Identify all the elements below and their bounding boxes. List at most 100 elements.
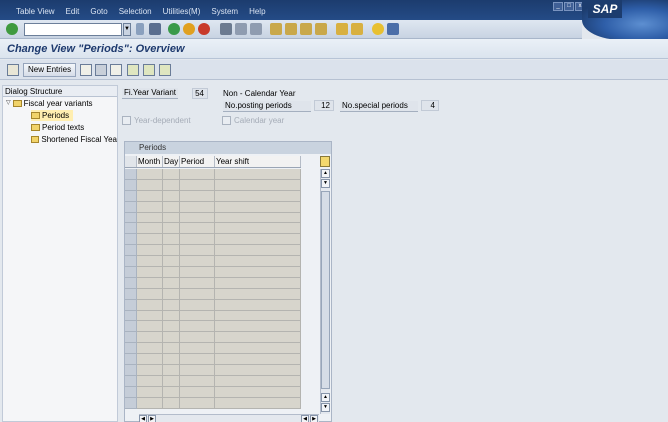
cell-month[interactable]: [137, 212, 163, 224]
scroll-page-up-icon[interactable]: ▼: [321, 179, 330, 188]
cell-month[interactable]: [137, 365, 163, 376]
tree-node-fiscal-year-variants[interactable]: ▽ Fiscal year variants: [6, 98, 93, 109]
row-selector[interactable]: [125, 201, 137, 213]
row-selector[interactable]: [125, 169, 137, 180]
create-shortcut-icon[interactable]: [351, 23, 363, 35]
row-selector[interactable]: [125, 179, 137, 191]
cell-day[interactable]: [163, 169, 180, 180]
cell-year-shift[interactable]: [215, 288, 301, 300]
cell-year-shift[interactable]: [215, 201, 301, 213]
cell-year-shift[interactable]: [215, 354, 301, 366]
cell-month[interactable]: [137, 169, 163, 180]
cell-day[interactable]: [163, 310, 180, 322]
cell-day[interactable]: [163, 354, 180, 366]
save-icon[interactable]: [149, 23, 161, 35]
create-session-icon[interactable]: [336, 23, 348, 35]
menu-item-table-view[interactable]: Table View: [12, 7, 59, 16]
cell-day[interactable]: [163, 201, 180, 213]
row-selector[interactable]: [125, 223, 137, 235]
cell-period[interactable]: [180, 212, 215, 224]
scroll-thumb[interactable]: [321, 191, 330, 389]
scroll-right-icon[interactable]: ▶: [148, 415, 156, 422]
display-change-icon[interactable]: [7, 64, 19, 76]
scroll-left-icon[interactable]: ◀: [139, 415, 147, 422]
expand-icon[interactable]: ▽: [6, 98, 11, 109]
delete-icon[interactable]: [95, 64, 107, 76]
minimize-button[interactable]: _: [553, 2, 563, 11]
cell-day[interactable]: [163, 321, 180, 333]
cell-year-shift[interactable]: [215, 234, 301, 246]
row-selector[interactable]: [125, 386, 137, 398]
next-page-icon[interactable]: [300, 23, 312, 35]
cell-year-shift[interactable]: [215, 256, 301, 268]
copy-as-icon[interactable]: [80, 64, 92, 76]
cell-year-shift[interactable]: [215, 245, 301, 257]
find-icon[interactable]: [235, 23, 247, 35]
row-selector[interactable]: [125, 321, 137, 333]
select-block-icon[interactable]: [143, 64, 155, 76]
cell-period[interactable]: [180, 223, 215, 235]
cell-year-shift[interactable]: [215, 332, 301, 344]
menu-item-goto[interactable]: Goto: [86, 7, 111, 16]
cell-month[interactable]: [137, 277, 163, 289]
cell-period[interactable]: [180, 169, 215, 180]
menu-item-utilities-m[interactable]: Utilities(M): [159, 7, 205, 16]
cell-month[interactable]: [137, 190, 163, 202]
maximize-button[interactable]: □: [564, 2, 574, 11]
row-selector[interactable]: [125, 354, 137, 366]
last-page-icon[interactable]: [315, 23, 327, 35]
cell-period[interactable]: [180, 256, 215, 268]
row-selector[interactable]: [125, 288, 137, 300]
cell-day[interactable]: [163, 256, 180, 268]
cell-month[interactable]: [137, 397, 163, 409]
cell-day[interactable]: [163, 365, 180, 376]
cell-day[interactable]: [163, 343, 180, 355]
cell-year-shift[interactable]: [215, 343, 301, 355]
command-field[interactable]: [24, 23, 122, 36]
cell-year-shift[interactable]: [215, 190, 301, 202]
fy-variant-field[interactable]: 54: [192, 88, 208, 99]
command-dropdown-icon[interactable]: ▼: [123, 23, 131, 36]
cell-period[interactable]: [180, 354, 215, 366]
row-selector-header[interactable]: [125, 156, 137, 167]
table-settings-icon[interactable]: [320, 156, 330, 167]
column-header-month[interactable]: Month: [137, 156, 163, 167]
exit-icon[interactable]: [183, 23, 195, 35]
cell-period[interactable]: [180, 310, 215, 322]
cell-day[interactable]: [163, 375, 180, 387]
cell-month[interactable]: [137, 375, 163, 387]
cell-period[interactable]: [180, 375, 215, 387]
menu-item-help[interactable]: Help: [245, 7, 269, 16]
cell-month[interactable]: [137, 179, 163, 191]
row-selector[interactable]: [125, 277, 137, 289]
row-selector[interactable]: [125, 234, 137, 246]
cell-day[interactable]: [163, 212, 180, 224]
cell-period[interactable]: [180, 267, 215, 278]
back-icon[interactable]: [168, 23, 180, 35]
cell-month[interactable]: [137, 288, 163, 300]
cell-month[interactable]: [137, 310, 163, 322]
tree-node-periods[interactable]: Periods: [31, 110, 74, 121]
cell-year-shift[interactable]: [215, 397, 301, 409]
cell-month[interactable]: [137, 256, 163, 268]
cell-year-shift[interactable]: [215, 386, 301, 398]
cancel-icon[interactable]: [198, 23, 210, 35]
cell-day[interactable]: [163, 234, 180, 246]
cell-year-shift[interactable]: [215, 299, 301, 311]
cell-day[interactable]: [163, 267, 180, 278]
cell-period[interactable]: [180, 397, 215, 409]
cell-month[interactable]: [137, 267, 163, 278]
cell-year-shift[interactable]: [215, 277, 301, 289]
cell-day[interactable]: [163, 277, 180, 289]
menu-item-selection[interactable]: Selection: [115, 7, 156, 16]
cell-month[interactable]: [137, 321, 163, 333]
print-icon[interactable]: [220, 23, 232, 35]
menu-item-system[interactable]: System: [207, 7, 242, 16]
cell-year-shift[interactable]: [215, 375, 301, 387]
row-selector[interactable]: [125, 299, 137, 311]
cell-period[interactable]: [180, 179, 215, 191]
posting-periods-field[interactable]: 12: [314, 100, 334, 111]
row-selector[interactable]: [125, 375, 137, 387]
scroll-page-down-icon[interactable]: ▲: [321, 393, 330, 402]
cell-period[interactable]: [180, 234, 215, 246]
